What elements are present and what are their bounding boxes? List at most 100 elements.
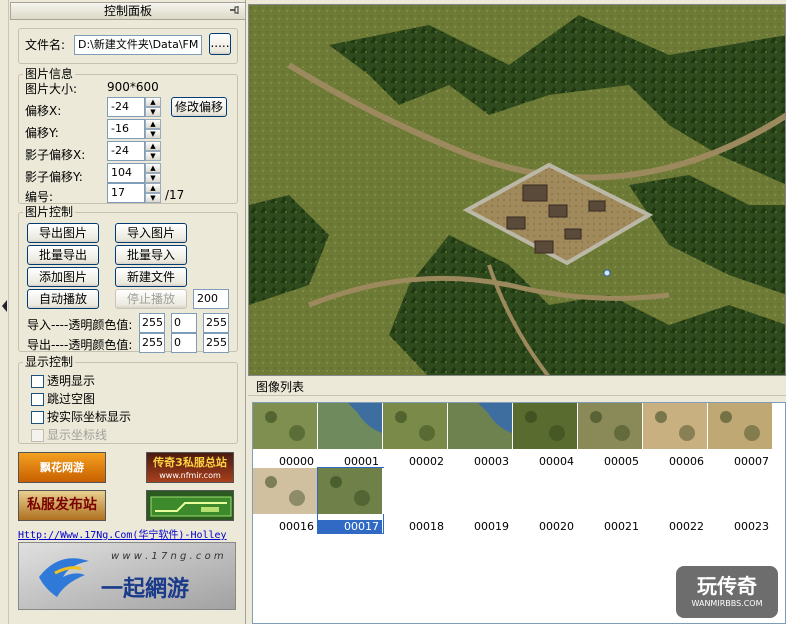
banner-fabu[interactable]: 私服发布站 xyxy=(18,490,106,521)
actual-coords-checkbox[interactable] xyxy=(31,411,44,424)
thumbnail-label: 00003 xyxy=(474,455,509,468)
shadow-x-spinner[interactable]: -24 ▲ ▼ xyxy=(107,141,161,161)
spin-down-icon[interactable]: ▼ xyxy=(145,173,161,183)
logo-banner[interactable]: w w w . 1 7 n g . c o m 一起網游 xyxy=(18,542,236,610)
offset-x-value[interactable]: -24 xyxy=(107,97,145,117)
spin-up-icon[interactable]: ▲ xyxy=(145,141,161,151)
map-preview[interactable] xyxy=(248,4,786,376)
spin-down-icon[interactable]: ▼ xyxy=(145,193,161,203)
thumbnail-item[interactable]: 00019 xyxy=(448,468,513,533)
show-axes-checkbox[interactable] xyxy=(31,429,44,442)
transparent-checkbox[interactable] xyxy=(31,375,44,388)
play-interval-input[interactable]: 200 xyxy=(193,289,229,309)
stop-play-button[interactable]: 停止播放 xyxy=(115,289,187,309)
panel-title-text: 控制面板 xyxy=(103,4,152,18)
shadow-x-value[interactable]: -24 xyxy=(107,141,145,161)
spin-down-icon[interactable]: ▼ xyxy=(145,107,161,117)
thumbnail-item[interactable]: 00002 xyxy=(383,403,448,468)
show-axes-label: 显示坐标线 xyxy=(47,428,108,442)
thumbnail-item[interactable]: 00017 xyxy=(317,467,384,534)
add-image-button[interactable]: 添加图片 xyxy=(27,267,99,287)
pin-icon[interactable] xyxy=(227,4,241,18)
offset-x-spinner[interactable]: -24 ▲ ▼ xyxy=(107,97,161,117)
thumbnail-item[interactable]: 00023 xyxy=(708,468,773,533)
banner-piaohua-text: 飘花网游 xyxy=(40,461,84,474)
watermark-title: 玩传奇 xyxy=(697,574,757,598)
offset-y-spinner[interactable]: -16 ▲ ▼ xyxy=(107,119,161,139)
actual-coords-label: 按实际坐标显示 xyxy=(47,410,132,424)
auto-play-button[interactable]: 自动播放 xyxy=(27,289,99,309)
thumbnail-item[interactable]: 00007 xyxy=(708,403,773,468)
batch-export-button[interactable]: 批量导出 xyxy=(27,245,99,265)
thumbnail-item[interactable]: 00000 xyxy=(253,403,318,468)
thumbnail-item[interactable]: 00005 xyxy=(578,403,643,468)
spin-down-icon[interactable]: ▼ xyxy=(145,129,161,139)
browse-button[interactable]: ..... xyxy=(209,33,231,55)
banner-green[interactable] xyxy=(146,490,234,521)
spin-up-icon[interactable]: ▲ xyxy=(145,97,161,107)
watermark-sub: WANMIRBBS.COM xyxy=(691,599,763,608)
export-color-g[interactable]: 0 xyxy=(171,333,197,353)
spin-up-icon[interactable]: ▲ xyxy=(145,119,161,129)
thumbnail-item[interactable]: 00022 xyxy=(643,468,708,533)
transparent-label: 透明显示 xyxy=(47,374,96,388)
skip-empty-checkbox[interactable] xyxy=(31,393,44,406)
shadow-x-label: 影子偏移X: xyxy=(25,148,86,162)
logo-text: 一起網游 xyxy=(101,576,190,602)
banner-piaohua[interactable]: 飘花网游 xyxy=(18,452,106,483)
import-color-r[interactable]: 255 xyxy=(139,313,165,333)
skip-empty-label: 跳过空图 xyxy=(47,392,96,406)
spin-down-icon[interactable]: ▼ xyxy=(145,151,161,161)
thumbnail-item[interactable]: 00020 xyxy=(513,468,578,533)
index-total: /17 xyxy=(165,188,185,202)
image-info-group: 图片信息 图片大小: 900*600 偏移X: -24 ▲ ▼ 修改偏移 偏移Y… xyxy=(18,67,238,204)
thumbnail-item[interactable]: 00004 xyxy=(513,403,578,468)
index-spinner[interactable]: 17 ▲ ▼ xyxy=(107,183,161,203)
shadow-y-value[interactable]: 104 xyxy=(107,163,145,183)
offset-x-label: 偏移X: xyxy=(25,104,62,118)
offset-y-label: 偏移Y: xyxy=(25,126,59,140)
thumbnail-label: 00004 xyxy=(539,455,574,468)
file-group: 文件名: D:\新建文件夹\Data\FM ..... xyxy=(18,28,238,64)
export-color-r[interactable]: 255 xyxy=(139,333,165,353)
thumbnail-item[interactable]: 00006 xyxy=(643,403,708,468)
banner-fabu-text: 私服发布站 xyxy=(27,497,97,513)
thumbnail-item[interactable]: 00021 xyxy=(578,468,643,533)
import-color-b[interactable]: 255 xyxy=(203,313,229,333)
import-color-g[interactable]: 0 xyxy=(171,313,197,333)
thumbnail-label: 00022 xyxy=(669,520,704,533)
new-file-button[interactable]: 新建文件 xyxy=(115,267,187,287)
thumbnail-label: 00007 xyxy=(734,455,769,468)
file-path-field[interactable]: D:\新建文件夹\Data\FM xyxy=(74,35,202,55)
website-link[interactable]: Http://Www.17Ng.Com(华宁软件)-Holley xyxy=(18,526,227,541)
offset-y-value[interactable]: -16 xyxy=(107,119,145,139)
banner-chuanqi[interactable]: 传奇3私服总站 www.nfmir.com xyxy=(146,452,234,483)
thumbnail-label: 00001 xyxy=(344,455,379,468)
thumbnail-label: 00006 xyxy=(669,455,704,468)
image-control-title: 图片控制 xyxy=(23,205,76,219)
collapse-strip[interactable] xyxy=(0,0,9,624)
import-image-button[interactable]: 导入图片 xyxy=(115,223,187,243)
collapse-arrow-icon[interactable] xyxy=(1,296,8,316)
thumbnail-image xyxy=(708,468,772,514)
shadow-y-spinner[interactable]: 104 ▲ ▼ xyxy=(107,163,161,183)
thumbnail-item[interactable]: 00016 xyxy=(253,468,318,533)
export-image-button[interactable]: 导出图片 xyxy=(27,223,99,243)
batch-import-button[interactable]: 批量导入 xyxy=(115,245,187,265)
image-list-title: 图像列表 xyxy=(256,380,305,394)
thumbnail-image xyxy=(253,403,317,449)
thumbnail-image xyxy=(708,403,772,449)
thumbnail-image xyxy=(513,468,577,514)
thumbnail-item[interactable]: 00018 xyxy=(383,468,448,533)
thumbnail-image xyxy=(383,468,447,514)
control-panel: 控制面板 文件名: D:\新建文件夹\Data\FM ..... 图片信息 图片… xyxy=(10,0,246,624)
spin-up-icon[interactable]: ▲ xyxy=(145,183,161,193)
index-value[interactable]: 17 xyxy=(107,183,145,203)
export-color-label: 导出----透明颜色值: xyxy=(27,338,133,352)
thumbnail-item[interactable]: 00003 xyxy=(448,403,513,468)
thumbnail-item[interactable]: 00001 xyxy=(318,403,383,468)
export-color-b[interactable]: 255 xyxy=(203,333,229,353)
thumbnail-image xyxy=(448,403,512,449)
modify-offset-button[interactable]: 修改偏移 xyxy=(171,97,227,117)
spin-up-icon[interactable]: ▲ xyxy=(145,163,161,173)
